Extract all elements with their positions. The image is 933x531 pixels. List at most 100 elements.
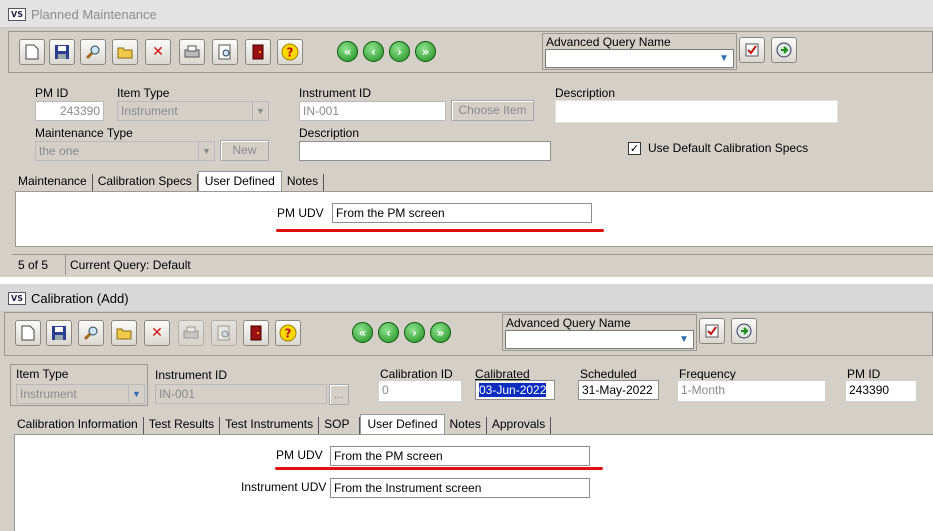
edit-query-icon[interactable]: [739, 37, 765, 63]
print-preview-icon[interactable]: [211, 320, 237, 346]
tab-user-defined[interactable]: User Defined: [360, 414, 445, 434]
chevron-down-icon[interactable]: ▼: [717, 52, 731, 65]
find-icon[interactable]: [80, 39, 106, 65]
chevron-down-icon[interactable]: ▼: [198, 142, 214, 160]
maintenance-type-select[interactable]: the one ▼: [35, 141, 215, 161]
chevron-down-icon[interactable]: ▼: [128, 385, 144, 403]
help-icon[interactable]: ?: [277, 39, 303, 65]
maintenance-type-label: Maintenance Type: [35, 126, 133, 140]
cal-toolbar: ✕ ? « ‹ › » Advanced Query Name ▼: [4, 312, 933, 356]
advanced-query-select[interactable]: ▼: [505, 330, 694, 349]
instrument-id-field[interactable]: IN-001: [299, 101, 446, 121]
cal-item-type-select[interactable]: Instrument ▼: [16, 384, 145, 404]
exit-icon[interactable]: [245, 39, 271, 65]
previous-record-icon[interactable]: ‹: [378, 322, 399, 343]
frequency-field[interactable]: 1-Month: [677, 380, 826, 402]
status-divider: [65, 255, 66, 275]
save-icon[interactable]: [49, 39, 75, 65]
find-icon[interactable]: [78, 320, 104, 346]
run-query-icon[interactable]: [771, 37, 797, 63]
pm-udv-field[interactable]: From the PM screen: [332, 203, 592, 223]
tab-test-instruments[interactable]: Test Instruments: [220, 417, 320, 434]
calibrated-label: Calibrated: [475, 367, 530, 381]
description2-field[interactable]: [299, 141, 551, 161]
tab-calibration-information[interactable]: Calibration Information: [14, 417, 144, 434]
pm-tab-strip: Maintenance Calibration Specs User Defin…: [15, 171, 325, 191]
help-icon[interactable]: ?: [275, 320, 301, 346]
instrument-udv-field[interactable]: From the Instrument screen: [330, 478, 590, 498]
last-record-icon[interactable]: »: [415, 41, 436, 62]
advanced-query-label: Advanced Query Name: [546, 35, 671, 49]
cal-item-type-label: Item Type: [16, 367, 69, 381]
app-icon: VS: [8, 8, 26, 21]
cal-item-type-value: Instrument: [20, 387, 77, 401]
cal-tab-strip: Calibration Information Test Results Tes…: [14, 414, 552, 434]
frequency-label: Frequency: [679, 367, 736, 381]
cal-pm-id-field[interactable]: 243390: [845, 380, 917, 402]
run-query-icon[interactable]: [731, 318, 757, 344]
calibrated-value: 03-Jun-2022: [479, 383, 547, 397]
new-document-icon[interactable]: [15, 320, 41, 346]
maintenance-type-value: the one: [39, 144, 80, 158]
choose-item-button[interactable]: Choose Item: [451, 100, 534, 121]
first-record-icon[interactable]: «: [352, 322, 373, 343]
tab-user-defined[interactable]: User Defined: [197, 171, 282, 191]
cal-user-defined-panel: PM UDV From the PM screen Instrument UDV…: [14, 434, 933, 531]
tab-approvals[interactable]: Approvals: [487, 417, 552, 434]
calibration-add-window: VS Calibration (Add) ✕ ? « ‹ › » Advance…: [0, 284, 933, 531]
tab-calibration-specs[interactable]: Calibration Specs: [93, 174, 198, 191]
next-record-icon[interactable]: ›: [389, 41, 410, 62]
pm-id-field[interactable]: 243390: [35, 101, 104, 121]
tab-notes[interactable]: Notes: [282, 174, 325, 191]
print-icon[interactable]: [179, 39, 205, 65]
chevron-down-icon[interactable]: ▼: [252, 102, 268, 120]
edit-query-icon[interactable]: [699, 318, 725, 344]
pm-title-bar[interactable]: VS Planned Maintenance: [0, 0, 933, 28]
record-count: 5 of 5: [18, 258, 49, 272]
first-record-icon[interactable]: «: [337, 41, 358, 62]
advanced-query-group: Advanced Query Name ▼: [542, 33, 737, 70]
item-type-label: Item Type: [117, 86, 170, 100]
chevron-down-icon[interactable]: ▼: [677, 333, 691, 346]
print-preview-icon[interactable]: [212, 39, 238, 65]
tab-sop[interactable]: SOP: [319, 417, 361, 434]
pm-udv-label: PM UDV: [277, 206, 324, 220]
calibrated-field[interactable]: 03-Jun-2022: [475, 380, 555, 400]
open-folder-icon[interactable]: [112, 39, 138, 65]
description2-label: Description: [299, 126, 360, 140]
scheduled-field[interactable]: 31-May-2022: [578, 380, 659, 400]
save-icon[interactable]: [46, 320, 72, 346]
tab-maintenance[interactable]: Maintenance: [15, 174, 93, 191]
instrument-id-label: Instrument ID: [299, 86, 372, 100]
advanced-query-select[interactable]: ▼: [545, 49, 734, 68]
new-document-icon[interactable]: [19, 39, 45, 65]
browse-instrument-button[interactable]: ...: [329, 384, 349, 405]
cal-pm-udv-highlight: [275, 467, 603, 470]
open-folder-icon[interactable]: [111, 320, 137, 346]
next-record-icon[interactable]: ›: [404, 322, 425, 343]
item-type-select[interactable]: Instrument ▼: [117, 101, 269, 121]
pm-toolbar: ✕ ? « ‹ › » Advanced Query Name ▼: [8, 31, 933, 73]
cal-pm-udv-label: PM UDV: [276, 448, 323, 462]
cal-pm-udv-field[interactable]: From the PM screen: [330, 446, 590, 466]
scheduled-label: Scheduled: [580, 367, 637, 381]
new-button[interactable]: New: [220, 140, 269, 161]
calibration-id-field[interactable]: 0: [378, 380, 462, 402]
pm-user-defined-panel: PM UDV From the PM screen: [15, 191, 933, 247]
use-default-checkbox[interactable]: ✓: [628, 142, 641, 155]
previous-record-icon[interactable]: ‹: [363, 41, 384, 62]
print-icon[interactable]: [178, 320, 204, 346]
item-type-value: Instrument: [121, 104, 178, 118]
cal-instrument-id-field[interactable]: IN-001: [155, 384, 327, 404]
tab-test-results[interactable]: Test Results: [144, 417, 221, 434]
tab-notes[interactable]: Notes: [445, 417, 487, 434]
delete-icon[interactable]: ✕: [144, 320, 170, 346]
app-icon: VS: [8, 292, 26, 305]
instrument-udv-label: Instrument UDV: [241, 480, 327, 494]
delete-icon[interactable]: ✕: [145, 39, 171, 65]
last-record-icon[interactable]: »: [430, 322, 451, 343]
exit-icon[interactable]: [243, 320, 269, 346]
cal-title-bar[interactable]: VS Calibration (Add): [0, 284, 933, 312]
description-field[interactable]: [555, 100, 838, 123]
pm-id-label: PM ID: [35, 86, 69, 100]
